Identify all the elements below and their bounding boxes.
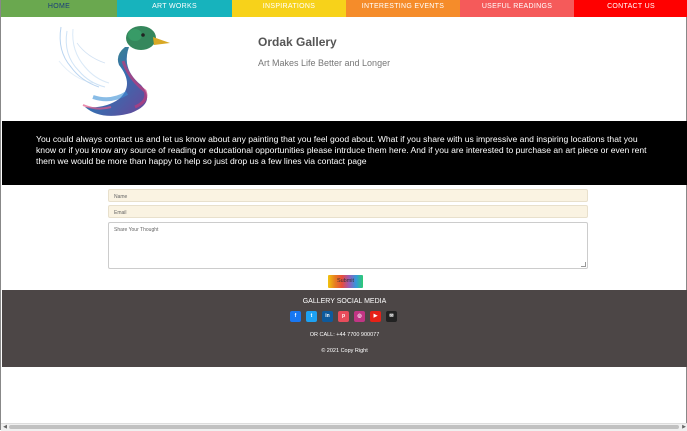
twitter-icon[interactable]: t xyxy=(306,311,317,322)
message-placeholder: Share Your Thought xyxy=(114,227,159,233)
resize-handle-icon[interactable] xyxy=(581,262,586,267)
nav-home[interactable]: HOME xyxy=(1,0,117,17)
social-links: f t in p ◎ ▶ ✉ xyxy=(290,311,397,322)
facebook-icon[interactable]: f xyxy=(290,311,301,322)
social-title: GALLERY SOCIAL MEDIA xyxy=(302,298,387,305)
youtube-icon[interactable]: ▶ xyxy=(370,311,381,322)
copyright: © 2021 Copy Right xyxy=(321,348,368,354)
nav-inspirations[interactable]: INSPIRATIONS xyxy=(232,0,346,17)
scroll-left-icon[interactable]: ◀ xyxy=(2,424,8,430)
main-nav: HOME ART WORKS INSPIRATIONS INTERESTING … xyxy=(1,0,687,17)
footer: GALLERY SOCIAL MEDIA f t in p ◎ ▶ ✉ OR C… xyxy=(2,290,687,367)
scrollbar-thumb[interactable] xyxy=(9,425,679,429)
nav-useful-readings[interactable]: USEFUL READINGS xyxy=(460,0,574,17)
linkedin-icon[interactable]: in xyxy=(322,311,333,322)
site-tagline: Art Makes Life Better and Longer xyxy=(258,58,391,68)
email-icon[interactable]: ✉ xyxy=(386,311,397,322)
duck-logo xyxy=(58,26,170,116)
nav-contact-us[interactable]: CONTACT US xyxy=(574,0,687,17)
phone-contact: OR CALL: +44 7700 900077 xyxy=(309,332,380,338)
site-title: Ordak Gallery xyxy=(258,35,337,49)
nav-art-works[interactable]: ART WORKS xyxy=(117,0,232,17)
name-field[interactable]: Name xyxy=(108,189,588,202)
instagram-icon[interactable]: ◎ xyxy=(354,311,365,322)
contact-intro-text: You could always contact us and let us k… xyxy=(36,134,647,166)
contact-intro-band: You could always contact us and let us k… xyxy=(2,121,687,185)
submit-button[interactable]: Submit xyxy=(328,275,363,288)
pinterest-icon[interactable]: p xyxy=(338,311,349,322)
email-field[interactable]: Email xyxy=(108,205,588,218)
message-textarea[interactable]: Share Your Thought xyxy=(108,222,588,269)
scroll-right-icon[interactable]: ▶ xyxy=(681,424,687,430)
nav-interesting-events[interactable]: INTERESTING EVENTS xyxy=(346,0,460,17)
